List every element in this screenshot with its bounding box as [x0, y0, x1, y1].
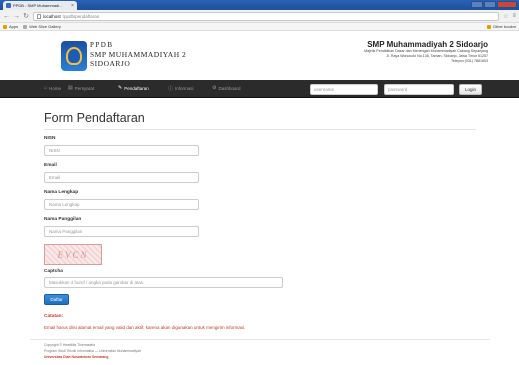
bookmarks-bar: Apps Web Slice Gallery Other bookm: [0, 23, 519, 31]
other-bookmarks[interactable]: Other bookm: [486, 24, 516, 29]
nama-panggilan-input[interactable]: Nama Panggilan: [44, 226, 199, 237]
page-icon: [37, 13, 41, 19]
username-input[interactable]: username: [310, 84, 378, 95]
main-navbar: ⌂ Home ▤ Persyarat ✎ Pendaftaran ⓘ Informasi…: [0, 80, 519, 98]
footer-divider: [30, 339, 490, 340]
daftar-button[interactable]: Daftar: [44, 294, 69, 305]
close-window-button[interactable]: [497, 1, 517, 8]
bookmark-apps[interactable]: Apps: [3, 24, 18, 29]
password-input[interactable]: password: [384, 84, 454, 95]
school-name: SMP Muhammadiyah 2 Sidoarjo: [367, 40, 488, 49]
nav-pendaftaran[interactable]: ✎ Pendaftaran: [118, 85, 149, 91]
nama-lengkap-label: Nama Lengkap: [44, 190, 79, 195]
divider: [44, 129, 476, 130]
nav-label: Dashboard: [218, 85, 241, 91]
form-title: Form Pendaftaran: [44, 111, 145, 125]
school-logo: [61, 41, 87, 71]
footer-copyright: Copyright © Heartfilia Thierrastela: [44, 343, 96, 347]
nama-panggilan-label: Nama Panggilan: [44, 217, 82, 222]
captcha-label: Captcha: [44, 269, 63, 274]
menu-icon[interactable]: ≡: [512, 13, 516, 19]
home-icon: ⌂: [44, 85, 48, 91]
calendar-icon: ▤: [68, 85, 73, 91]
note-text: Email harus diisi alamat email yang vali…: [44, 325, 246, 330]
footer-university: Universitas Dian Nuswantoro Semarang: [44, 355, 109, 359]
apps-icon: [3, 24, 7, 29]
browser-tab[interactable]: PPDB - SMP Muhammadi... ×: [3, 1, 77, 10]
bookmark-label: Web Slice Gallery: [29, 24, 61, 29]
browser-titlebar: PPDB - SMP Muhammadi... ×: [0, 0, 519, 10]
nisn-input[interactable]: NISN: [44, 145, 199, 156]
bookmark-label: Apps: [9, 24, 19, 29]
url-host: localhost: [43, 13, 61, 19]
nav-persyarat[interactable]: ▤ Persyarat: [68, 85, 94, 91]
bookmark-label: Other bookm: [492, 24, 516, 29]
nav-label: Pendaftaran: [124, 85, 149, 91]
window-controls: [471, 1, 517, 8]
note-title: Catatan:: [44, 314, 64, 319]
back-arrow-icon[interactable]: ←: [3, 13, 10, 20]
nav-dashboard[interactable]: ⚙ Dashboard: [212, 85, 241, 91]
forward-arrow-icon[interactable]: →: [13, 13, 20, 20]
footer-program: Program Studi Teknik Informatika — Unive…: [44, 349, 141, 353]
nav-label: Home: [49, 85, 62, 91]
school-line-2: SIDOARJO: [90, 59, 131, 68]
email-label: Email: [44, 163, 57, 168]
favicon-icon: [6, 3, 11, 8]
nama-lengkap-input[interactable]: Nama Lengkap: [44, 199, 199, 210]
info-icon: ⓘ: [168, 86, 174, 92]
school-info: SMP Muhammadiyah 2 Sidoarjo Majelis Pend…: [364, 40, 488, 64]
ppdb-title: PPDB: [90, 41, 114, 49]
nav-label: Informasi: [175, 86, 194, 91]
captcha-text: EVCN: [57, 249, 89, 260]
school-serif-name: SMP MUHAMMADIYAH 2 SIDOARJO: [90, 50, 186, 68]
pencil-icon: ✎: [118, 85, 123, 91]
nav-home[interactable]: ⌂ Home: [44, 85, 61, 91]
tab-title: PPDB - SMP Muhammadi...: [13, 3, 63, 8]
dashboard-icon: ⚙: [212, 85, 217, 91]
captcha-input[interactable]: Masukkan 4 huruf / angka pada gambar di …: [44, 277, 283, 288]
captcha-image: EVCN: [44, 244, 102, 265]
folder-icon: [486, 24, 491, 29]
url-path: /ppdb/pendaftaran: [62, 13, 100, 19]
reload-icon[interactable]: ↻: [23, 12, 29, 20]
maximize-button[interactable]: [484, 1, 496, 8]
nav-informasi[interactable]: ⓘ Informasi: [168, 85, 194, 92]
web-slice-icon: [23, 24, 28, 29]
logo-emblem-icon: [66, 47, 82, 65]
bookmark-web-slice[interactable]: Web Slice Gallery: [23, 24, 61, 29]
browser-toolbar: ← → ↻ localhost/ppdb/pendaftaran ☆ ≡: [0, 10, 519, 23]
email-input[interactable]: Email: [44, 172, 199, 183]
phone: Telepon (031) 7881653: [451, 59, 488, 63]
nav-label: Persyarat: [74, 85, 94, 91]
nisn-label: NISN: [44, 136, 56, 141]
school-line-1: SMP MUHAMMADIYAH 2: [90, 50, 187, 59]
close-tab-icon[interactable]: ×: [71, 3, 74, 9]
login-button[interactable]: Login: [459, 84, 482, 95]
address-bar[interactable]: localhost/ppdb/pendaftaran: [33, 11, 500, 21]
bookmark-star-icon[interactable]: ☆: [503, 13, 508, 20]
minimize-button[interactable]: [471, 1, 483, 8]
